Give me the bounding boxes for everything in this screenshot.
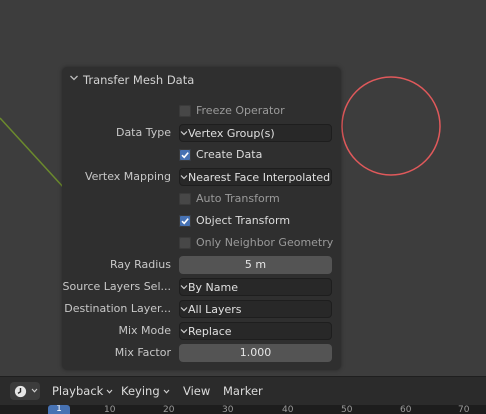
chevron-down-icon[interactable] <box>69 73 79 83</box>
frame-ruler[interactable]: 1 10 20 30 40 50 60 70 <box>0 405 486 414</box>
destination-layers-value: All Layers <box>188 303 242 316</box>
freeze-operator-label: Freeze Operator <box>196 104 285 117</box>
mix-mode-value: Replace <box>188 325 232 338</box>
ray-radius-label: Ray Radius <box>109 258 171 271</box>
transfer-mesh-data-panel: Transfer Mesh Data Freeze Operator Data … <box>62 67 341 370</box>
frame-tick: 20 <box>163 405 175 414</box>
source-layers-label: Source Layers Sel... <box>62 280 171 293</box>
chevron-down-icon <box>31 388 38 393</box>
timeline-header: Playback Keying View Marker <box>0 376 486 406</box>
chevron-down-icon <box>180 307 188 312</box>
auto-transform-checkbox[interactable] <box>179 193 191 205</box>
brush-circle <box>341 76 441 176</box>
panel-title: Transfer Mesh Data <box>83 73 195 87</box>
chevron-down-icon <box>180 285 188 290</box>
destination-layers-label: Destination Layer... <box>64 302 171 315</box>
panel-header[interactable]: Transfer Mesh Data <box>62 67 341 93</box>
data-type-label: Data Type <box>115 126 171 139</box>
mix-factor-label: Mix Factor <box>114 346 171 359</box>
ray-radius-value: 5 m <box>244 258 267 271</box>
checkmark-icon <box>181 152 189 159</box>
mix-mode-dropdown[interactable]: Replace <box>179 322 332 340</box>
freeze-operator-checkbox[interactable] <box>179 105 191 117</box>
chevron-down-icon <box>106 389 113 394</box>
frame-tick: 70 <box>458 405 470 414</box>
keying-menu[interactable]: Keying <box>121 384 170 398</box>
mix-mode-label: Mix Mode <box>118 324 171 337</box>
data-type-dropdown[interactable]: Vertex Group(s) <box>179 124 332 142</box>
marker-menu[interactable]: Marker <box>223 384 263 398</box>
vertex-mapping-label: Vertex Mapping <box>84 170 171 183</box>
data-type-value: Vertex Group(s) <box>188 127 275 140</box>
current-frame-indicator[interactable]: 1 <box>48 405 70 414</box>
only-neighbor-geometry-checkbox[interactable] <box>179 237 191 249</box>
frame-tick: 40 <box>282 405 294 414</box>
frame-tick: 50 <box>341 405 353 414</box>
chevron-down-icon <box>163 389 170 394</box>
chevron-down-icon <box>180 175 188 180</box>
chevron-down-icon <box>180 131 188 136</box>
object-transform-checkbox[interactable] <box>179 215 191 227</box>
mix-factor-value: 1.000 <box>239 346 272 359</box>
only-neighbor-geometry-label: Only Neighbor Geometry <box>196 236 334 249</box>
destination-layers-dropdown[interactable]: All Layers <box>179 300 332 318</box>
playback-menu[interactable]: Playback <box>52 384 113 398</box>
chevron-down-icon <box>180 329 188 334</box>
editor-type-button[interactable] <box>10 382 40 400</box>
create-data-label: Create Data <box>196 148 263 161</box>
frame-tick: 10 <box>104 405 116 414</box>
auto-transform-label: Auto Transform <box>196 192 280 205</box>
3d-viewport[interactable]: Transfer Mesh Data Freeze Operator Data … <box>0 0 486 376</box>
current-frame-value: 1 <box>56 405 62 414</box>
create-data-checkbox[interactable] <box>179 149 191 161</box>
view-menu[interactable]: View <box>183 384 210 398</box>
playback-label: Playback <box>52 384 104 398</box>
keying-label: Keying <box>121 384 160 398</box>
source-layers-value: By Name <box>188 281 239 294</box>
vertex-mapping-value: Nearest Face Interpolated <box>188 171 331 184</box>
ray-radius-field[interactable]: 5 m <box>179 256 332 274</box>
object-transform-label: Object Transform <box>196 214 291 227</box>
frame-tick: 60 <box>400 405 412 414</box>
clock-icon <box>14 385 27 398</box>
checkmark-icon <box>181 218 189 225</box>
vertex-mapping-dropdown[interactable]: Nearest Face Interpolated <box>179 168 332 186</box>
frame-tick: 30 <box>222 405 234 414</box>
source-layers-dropdown[interactable]: By Name <box>179 278 332 296</box>
mix-factor-field[interactable]: 1.000 <box>179 344 332 362</box>
